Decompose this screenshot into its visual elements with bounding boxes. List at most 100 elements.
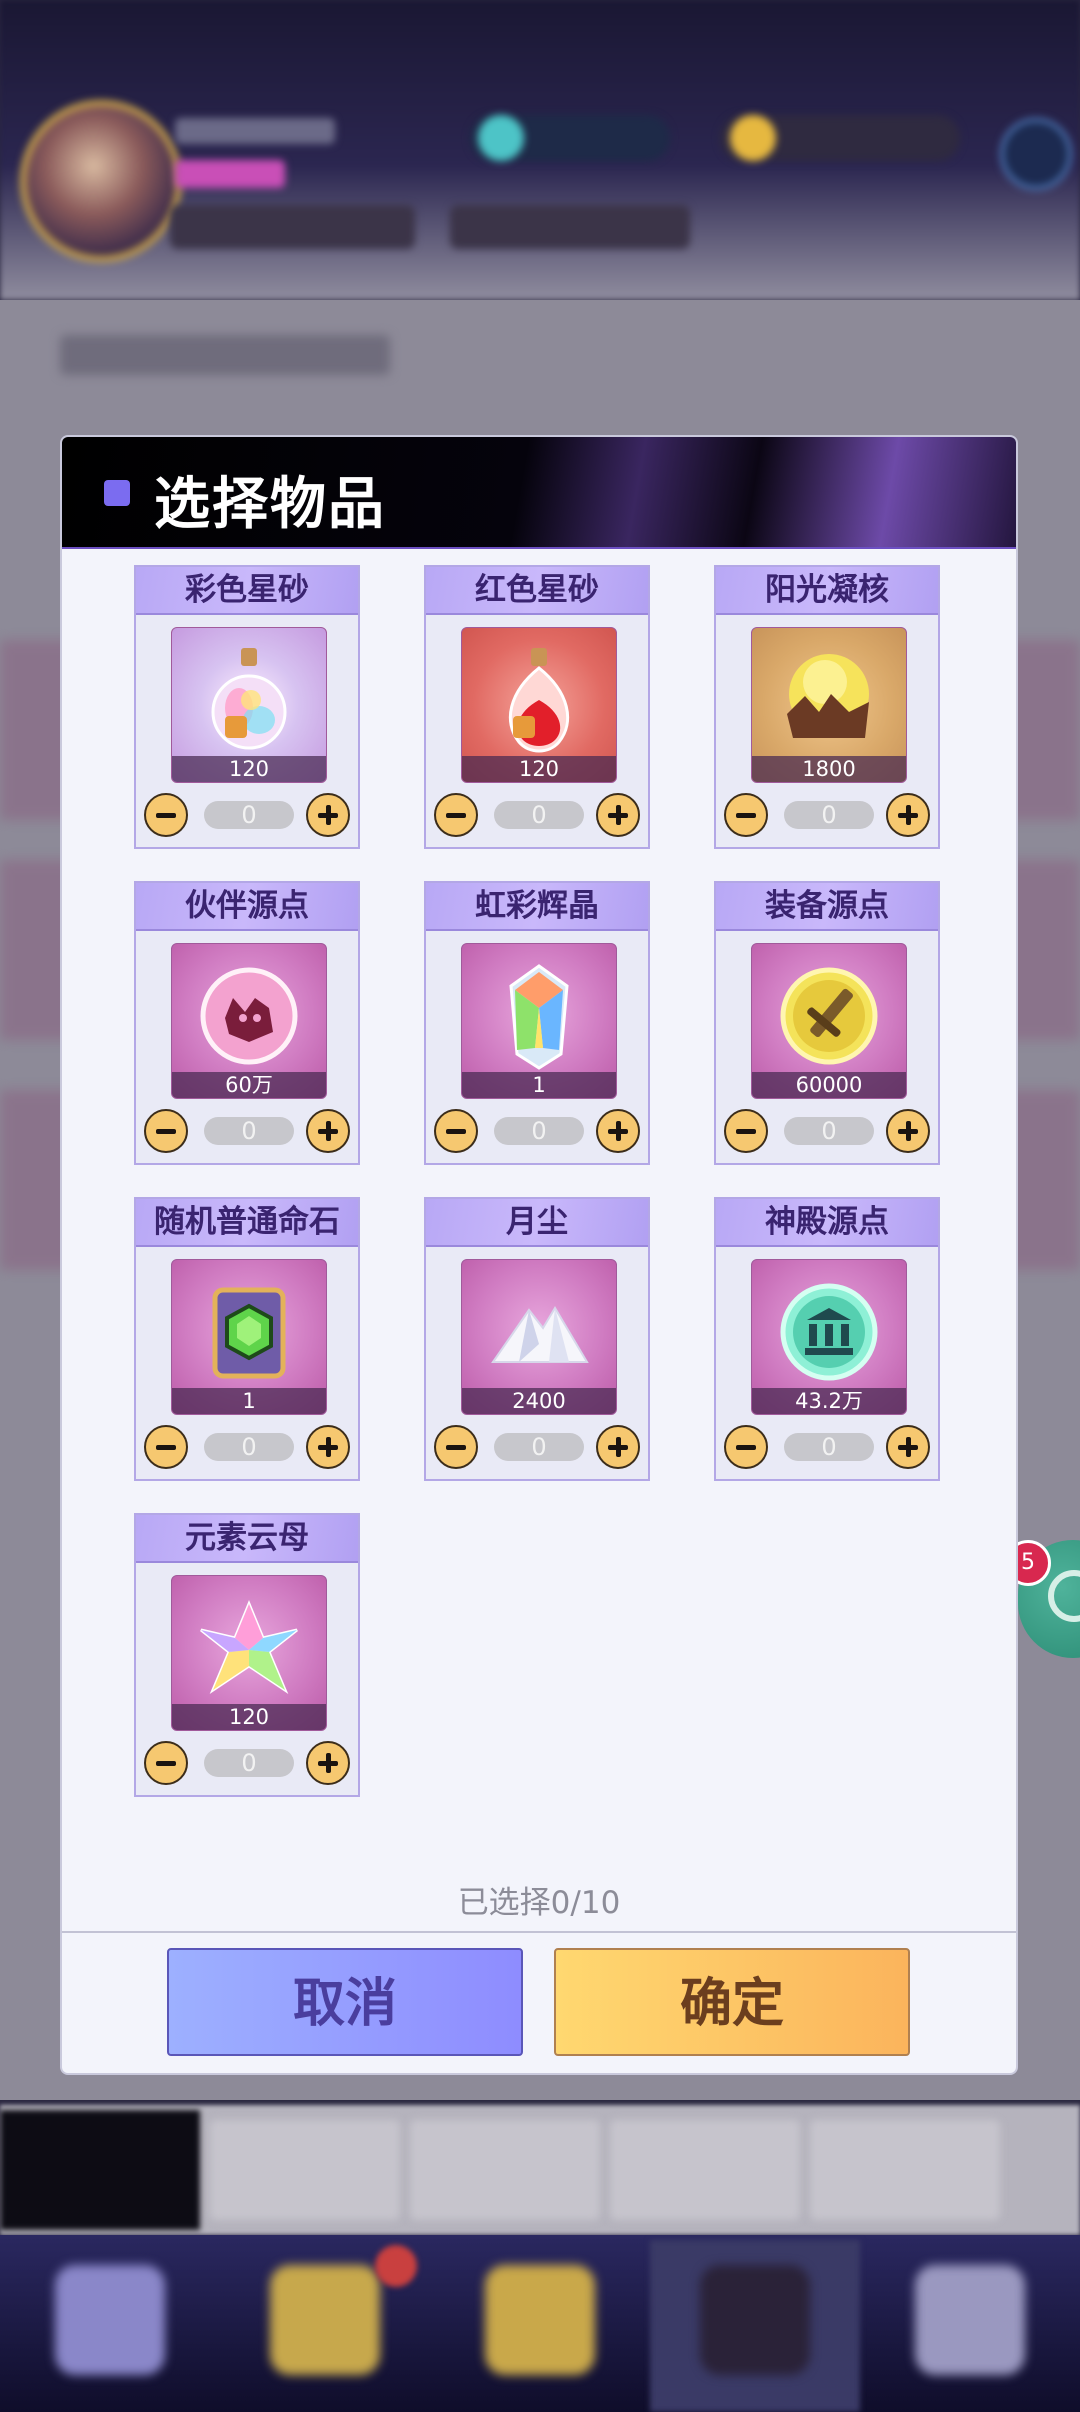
item-name: 月尘 [426, 1199, 648, 1247]
footer-divider [62, 1931, 1016, 1933]
decrease-button[interactable] [144, 1425, 188, 1469]
cancel-button[interactable]: 取消 [167, 1948, 523, 2056]
item-owned-count: 60000 [752, 1072, 906, 1098]
decrease-button[interactable] [434, 793, 478, 837]
quantity-value[interactable]: 0 [204, 801, 294, 829]
assistant-icon [1048, 1570, 1080, 1622]
background-tab [610, 2120, 800, 2220]
fate-stone-icon [212, 1287, 286, 1379]
item-card: 阳光凝核 1800 0 [714, 565, 940, 849]
item-card: 伙伴源点 60万 0 [134, 881, 360, 1165]
item-card: 随机普通命石 1 0 [134, 1197, 360, 1481]
quantity-stepper: 0 [434, 1109, 640, 1157]
item-image: 120 [461, 627, 617, 783]
decrease-button[interactable] [144, 1741, 188, 1785]
background-nav-icon [55, 2265, 165, 2375]
item-card: 彩色星砂 120 0 [134, 565, 360, 849]
increase-button[interactable] [306, 1741, 350, 1785]
sun-core-icon [787, 654, 869, 738]
decrease-button[interactable] [724, 1425, 768, 1469]
item-image: 2400 [461, 1259, 617, 1415]
item-owned-count: 120 [462, 756, 616, 782]
rainbow-potion-icon [211, 648, 287, 750]
quantity-stepper: 0 [434, 1425, 640, 1473]
red-potion-icon [508, 648, 570, 753]
item-image: 43.2万 [751, 1259, 907, 1415]
item-card: 装备源点 60000 0 [714, 881, 940, 1165]
confirm-button[interactable]: 确定 [554, 1948, 910, 2056]
quantity-value[interactable]: 0 [204, 1749, 294, 1777]
select-item-dialog: 选择物品 彩色星砂 120 0 红色星砂 120 0 阳光凝核 1800 0 伙… [62, 437, 1016, 2073]
increase-button[interactable] [306, 1109, 350, 1153]
item-card: 虹彩辉晶 1 0 [424, 881, 650, 1165]
item-name: 装备源点 [716, 883, 938, 931]
increase-button[interactable] [886, 1109, 930, 1153]
item-owned-count: 43.2万 [752, 1388, 906, 1414]
item-image: 60000 [751, 943, 907, 1099]
quantity-value[interactable]: 0 [204, 1117, 294, 1145]
item-owned-count: 120 [172, 1704, 326, 1730]
background-help-icon [1000, 118, 1072, 190]
quantity-stepper: 0 [724, 1425, 930, 1473]
quantity-stepper: 0 [144, 1741, 350, 1789]
item-name: 虹彩辉晶 [426, 883, 648, 931]
decrease-button[interactable] [144, 793, 188, 837]
item-image: 120 [171, 627, 327, 783]
quantity-value[interactable]: 0 [204, 1433, 294, 1461]
background-nav-icon [270, 2265, 380, 2375]
background-tab [810, 2120, 1000, 2220]
quantity-stepper: 0 [434, 793, 640, 841]
quantity-value[interactable]: 0 [494, 801, 584, 829]
quantity-stepper: 0 [724, 793, 930, 841]
item-owned-count: 2400 [462, 1388, 616, 1414]
quantity-value[interactable]: 0 [784, 1433, 874, 1461]
decrease-button[interactable] [724, 793, 768, 837]
background-player-tag [175, 160, 285, 188]
background-nav-icon [700, 2265, 810, 2375]
background-nav-icon [485, 2265, 595, 2375]
background-pill-right [450, 205, 690, 249]
item-name: 神殿源点 [716, 1199, 938, 1247]
item-name: 元素云母 [136, 1515, 358, 1563]
item-image: 1800 [751, 627, 907, 783]
partner-orb-icon [200, 967, 298, 1065]
increase-button[interactable] [596, 1425, 640, 1469]
increase-button[interactable] [886, 793, 930, 837]
background-tab [210, 2120, 400, 2220]
item-card: 月尘 2400 0 [424, 1197, 650, 1481]
increase-button[interactable] [596, 793, 640, 837]
item-card: 红色星砂 120 0 [424, 565, 650, 849]
item-name: 随机普通命石 [136, 1199, 358, 1247]
item-owned-count: 1 [462, 1072, 616, 1098]
item-name: 阳光凝核 [716, 567, 938, 615]
decrease-button[interactable] [434, 1425, 478, 1469]
increase-button[interactable] [596, 1109, 640, 1153]
equipment-orb-icon [780, 967, 878, 1065]
background-avatar [20, 100, 182, 262]
decrease-button[interactable] [144, 1109, 188, 1153]
decrease-button[interactable] [724, 1109, 768, 1153]
increase-button[interactable] [306, 1425, 350, 1469]
quantity-stepper: 0 [144, 1425, 350, 1473]
quantity-stepper: 0 [724, 1109, 930, 1157]
increase-button[interactable] [886, 1425, 930, 1469]
background-coin-icon [730, 115, 776, 161]
title-marker-icon [104, 480, 130, 506]
selected-count-text: 已选择0/10 [457, 1885, 621, 1921]
background-tab [410, 2120, 600, 2220]
decrease-button[interactable] [434, 1109, 478, 1153]
item-image: 60万 [171, 943, 327, 1099]
quantity-value[interactable]: 0 [494, 1117, 584, 1145]
element-mica-icon [200, 1600, 298, 1695]
quantity-value[interactable]: 0 [784, 1117, 874, 1145]
quantity-value[interactable]: 0 [494, 1433, 584, 1461]
item-image: 1 [461, 943, 617, 1099]
quantity-value[interactable]: 0 [784, 801, 874, 829]
background-text [60, 335, 390, 375]
background-tab-selected [0, 2110, 200, 2230]
increase-button[interactable] [306, 793, 350, 837]
item-owned-count: 1 [172, 1388, 326, 1414]
dialog-header: 选择物品 [62, 437, 1016, 549]
quantity-stepper: 0 [144, 793, 350, 841]
item-name: 红色星砂 [426, 567, 648, 615]
